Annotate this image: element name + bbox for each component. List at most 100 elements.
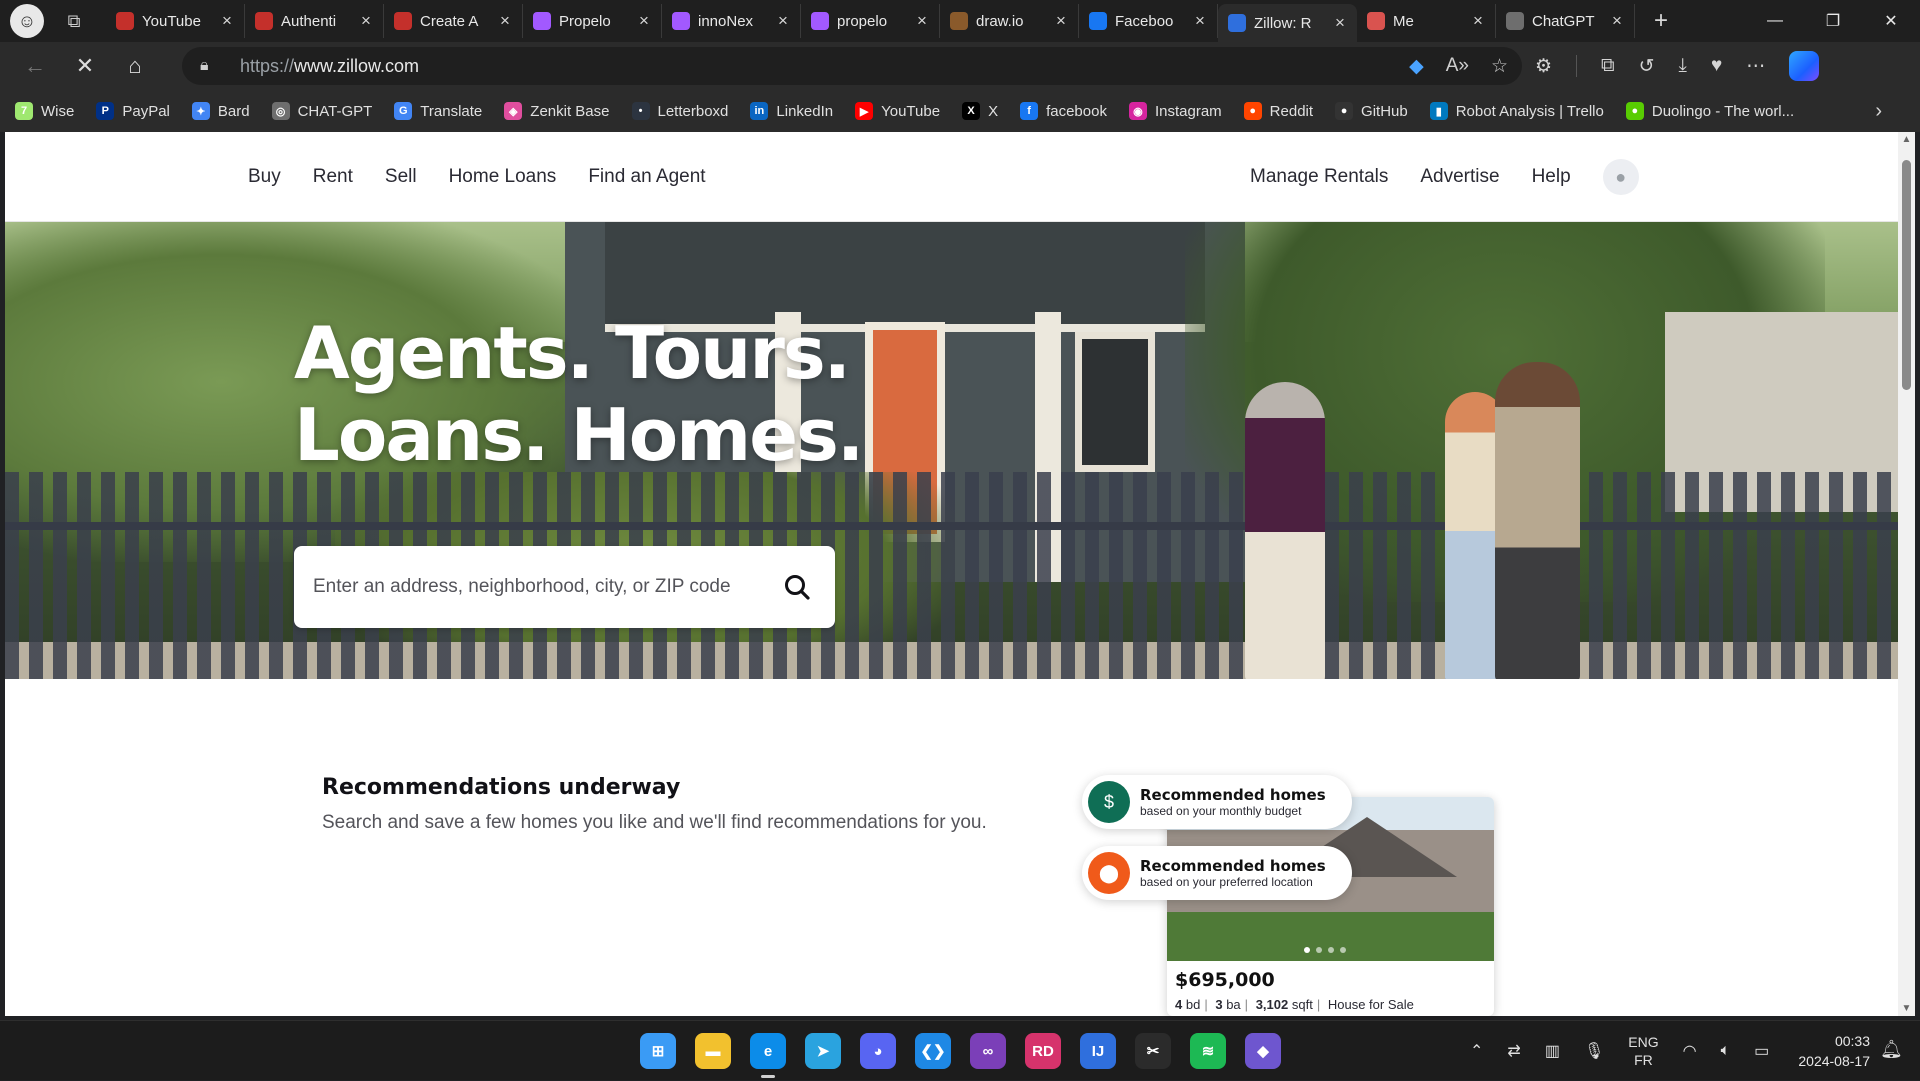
browser-tab[interactable]: innoNex × [662, 4, 801, 38]
home-search-input[interactable] [313, 576, 753, 598]
notification-bell-icon[interactable]: 🔔︎ [1880, 1039, 1903, 1060]
visual-studio-icon[interactable]: ∞ [970, 1033, 1006, 1069]
vscode-icon[interactable]: ❮❯ [915, 1033, 951, 1069]
bookmark-item[interactable]: ◉ Instagram [1128, 102, 1222, 120]
browser-tab[interactable]: Create A × [384, 4, 523, 38]
close-tab-icon[interactable]: × [913, 11, 931, 31]
browser-tab[interactable]: draw.io × [940, 4, 1079, 38]
chevron-up-icon[interactable]: ⌃ [1470, 1041, 1483, 1061]
browser-tab[interactable]: Faceboo × [1079, 4, 1218, 38]
nav-link[interactable]: Manage Rentals [1250, 166, 1388, 188]
nav-link[interactable]: Advertise [1420, 166, 1499, 188]
more-menu-icon[interactable]: ⋯ [1746, 55, 1765, 78]
capcut-icon[interactable]: ✂ [1135, 1033, 1171, 1069]
scroll-up-icon[interactable]: ▲ [1901, 134, 1912, 145]
page-scrollbar[interactable]: ▲ ▼ [1898, 132, 1915, 1016]
restore-icon[interactable]: ❐ [1804, 0, 1862, 42]
wifi-icon[interactable]: ◠ [1683, 1041, 1697, 1061]
workspaces-icon[interactable]: ⧉ [56, 3, 92, 39]
copilot-icon[interactable] [1789, 51, 1820, 81]
close-tab-icon[interactable]: × [635, 11, 653, 31]
collections-icon[interactable]: ⧉ [1601, 55, 1615, 77]
profile-avatar[interactable]: ☺ [10, 4, 44, 38]
close-tab-icon[interactable]: × [357, 11, 375, 31]
telegram-icon[interactable]: ➤ [805, 1033, 841, 1069]
shopping-tag-icon[interactable]: ◆ [1409, 55, 1424, 78]
home-icon[interactable]: ⌂ [115, 46, 155, 86]
location-pin-icon: ⬤ [1088, 852, 1130, 894]
history-icon[interactable]: ↺ [1639, 55, 1655, 78]
nav-link[interactable]: Rent [313, 166, 353, 188]
browser-tab[interactable]: Zillow: R × [1218, 4, 1357, 42]
favorite-star-icon[interactable]: ☆ [1491, 55, 1508, 78]
bookmark-item[interactable]: • Letterboxd [631, 102, 728, 120]
scroll-down-icon[interactable]: ▼ [1901, 1003, 1912, 1014]
windows-start-icon[interactable]: ⊞ [640, 1033, 676, 1069]
volume-icon[interactable]: 🔈︎ [1721, 1042, 1731, 1060]
browser-tab[interactable]: ChatGPT × [1496, 4, 1635, 38]
nav-link[interactable]: Home Loans [449, 166, 557, 188]
stop-loading-icon[interactable]: ✕ [65, 46, 105, 86]
spotify-icon[interactable]: ≋ [1190, 1033, 1226, 1069]
close-tab-icon[interactable]: × [1469, 11, 1487, 31]
rider-icon[interactable]: RD [1025, 1033, 1061, 1069]
chevron-right-icon[interactable]: › [1875, 90, 1882, 132]
bookmark-item[interactable]: ◎ CHAT-GPT [271, 102, 372, 120]
url-text[interactable]: https://www.zillow.com [240, 56, 419, 77]
bookmark-item[interactable]: X X [962, 102, 998, 120]
bookmark-item[interactable]: 7 Wise [15, 102, 74, 120]
close-tab-icon[interactable]: × [1052, 11, 1070, 31]
other-app-icon[interactable]: ◆ [1245, 1033, 1281, 1069]
taskbar-clock[interactable]: 00:33 2024-08-17 [1780, 1031, 1870, 1071]
browser-tab[interactable]: Me × [1357, 4, 1496, 38]
browser-tab[interactable]: YouTube × [106, 4, 245, 38]
bookmark-item[interactable]: P PayPal [96, 102, 170, 120]
bookmark-item[interactable]: ● Duolingo - The worl... [1625, 102, 1794, 120]
new-tab-button[interactable]: + [1641, 4, 1681, 38]
close-tab-icon[interactable]: × [1191, 11, 1209, 31]
bookmark-item[interactable]: f facebook [1020, 102, 1107, 120]
close-tab-icon[interactable]: × [218, 11, 236, 31]
bookmark-item[interactable]: ● Reddit [1243, 102, 1313, 120]
close-window-icon[interactable]: ✕ [1862, 0, 1920, 42]
minimize-icon[interactable]: — [1746, 0, 1804, 42]
user-avatar-icon[interactable]: ● [1602, 159, 1639, 195]
close-tab-icon[interactable]: × [1608, 11, 1626, 31]
bookmark-item[interactable]: ✦ Bard [191, 102, 250, 120]
bookmark-item[interactable]: ◈ Zenkit Base [504, 102, 610, 120]
bookmark-item[interactable]: ▮ Robot Analysis | Trello [1429, 102, 1604, 120]
bookmark-item[interactable]: G Translate [394, 102, 482, 120]
discord-icon[interactable]: ◕ [860, 1033, 896, 1069]
back-icon[interactable]: ← [15, 46, 55, 86]
file-explorer-icon[interactable]: ▬ [695, 1033, 731, 1069]
nav-link[interactable]: Find an Agent [588, 166, 705, 188]
nav-link[interactable]: Help [1532, 166, 1571, 188]
browser-tab[interactable]: Authenti × [245, 4, 384, 38]
search-icon[interactable] [783, 573, 811, 601]
tray-monitor-icon[interactable]: ▥ [1545, 1041, 1560, 1061]
battery-icon[interactable]: ▭ [1754, 1041, 1769, 1061]
input-language[interactable]: ENG FR [1628, 1033, 1658, 1069]
bookmark-item[interactable]: ● GitHub [1335, 102, 1408, 120]
intellij-icon[interactable]: IJ [1080, 1033, 1116, 1069]
lock-icon[interactable]: 🔒︎ [200, 57, 226, 75]
bookmark-label: Wise [41, 102, 75, 120]
scrollbar-thumb[interactable] [1902, 160, 1911, 390]
edge-icon[interactable]: e [750, 1033, 786, 1078]
address-bar[interactable]: 🔒︎ https://www.zillow.com ◆ A» ☆ [182, 47, 1522, 85]
nav-link[interactable]: Buy [248, 166, 281, 188]
nav-link[interactable]: Sell [385, 166, 417, 188]
extensions-icon[interactable]: ⚙︎ [1535, 55, 1552, 78]
browser-essentials-icon[interactable]: ♥ [1711, 55, 1722, 77]
bookmark-item[interactable]: ▶ YouTube [855, 102, 940, 120]
microphone-icon[interactable]: 🎙︎ [1584, 1041, 1604, 1061]
close-tab-icon[interactable]: × [774, 11, 792, 31]
downloads-icon[interactable]: ⤓ [1679, 55, 1687, 77]
browser-tab[interactable]: propelo × [801, 4, 940, 38]
tray-app-icon[interactable]: ⇄ [1507, 1041, 1520, 1061]
browser-tab[interactable]: Propelo × [523, 4, 662, 38]
read-aloud-icon[interactable]: A» [1446, 55, 1469, 77]
close-tab-icon[interactable]: × [1331, 13, 1349, 33]
close-tab-icon[interactable]: × [496, 11, 514, 31]
bookmark-item[interactable]: in LinkedIn [750, 102, 833, 120]
